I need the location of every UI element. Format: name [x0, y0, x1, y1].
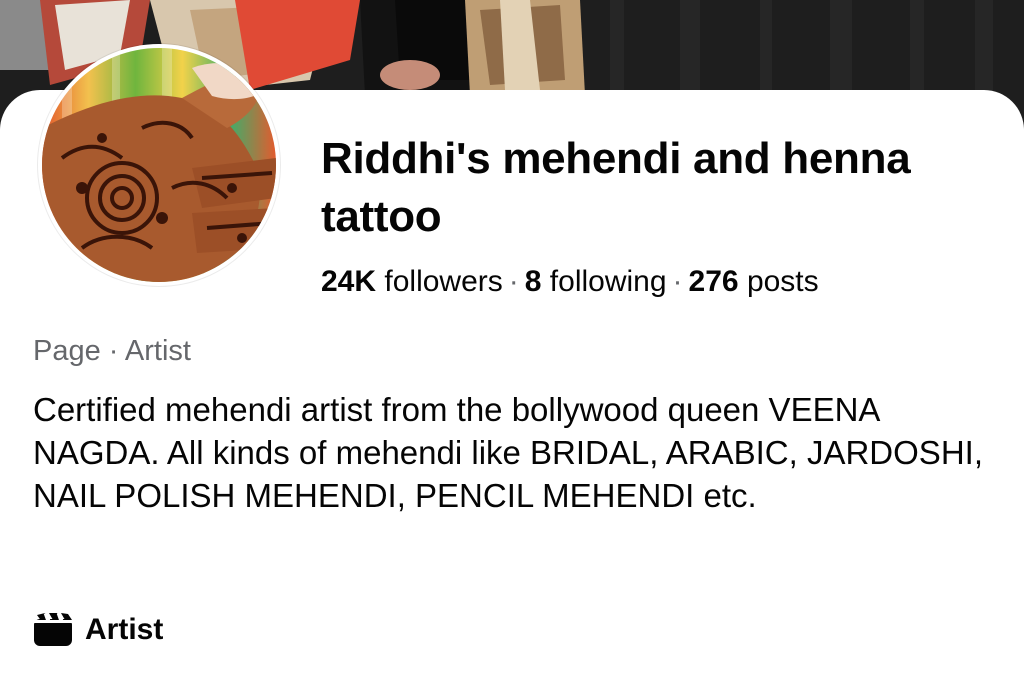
profile-stats: 24K followers · 8 following · 276 posts: [321, 262, 1021, 302]
posts-count: 276: [688, 265, 739, 298]
profile-bio: Certified mehendi artist from the bollyw…: [33, 391, 983, 514]
category-row: Artist: [33, 610, 163, 650]
followers-count: 24K: [321, 265, 377, 298]
posts-stat: 276 posts: [689, 265, 819, 298]
separator-dot: ·: [672, 265, 683, 298]
profile-avatar[interactable]: [38, 44, 280, 286]
clapperboard-icon: [33, 612, 73, 647]
following-stat[interactable]: 8 following: [525, 265, 667, 298]
page-title: Riddhi's mehendi and henna tattoo: [321, 134, 911, 241]
following-label: following: [549, 265, 667, 298]
category-label: Artist: [85, 613, 164, 646]
separator-dot: ·: [508, 265, 519, 298]
followers-stat[interactable]: 24K followers: [321, 265, 503, 298]
henna-hand-image: [42, 48, 276, 282]
following-count: 8: [524, 265, 542, 298]
page-type: Page · Artist: [33, 335, 191, 367]
followers-label: followers: [384, 265, 503, 298]
posts-label: posts: [746, 265, 819, 298]
